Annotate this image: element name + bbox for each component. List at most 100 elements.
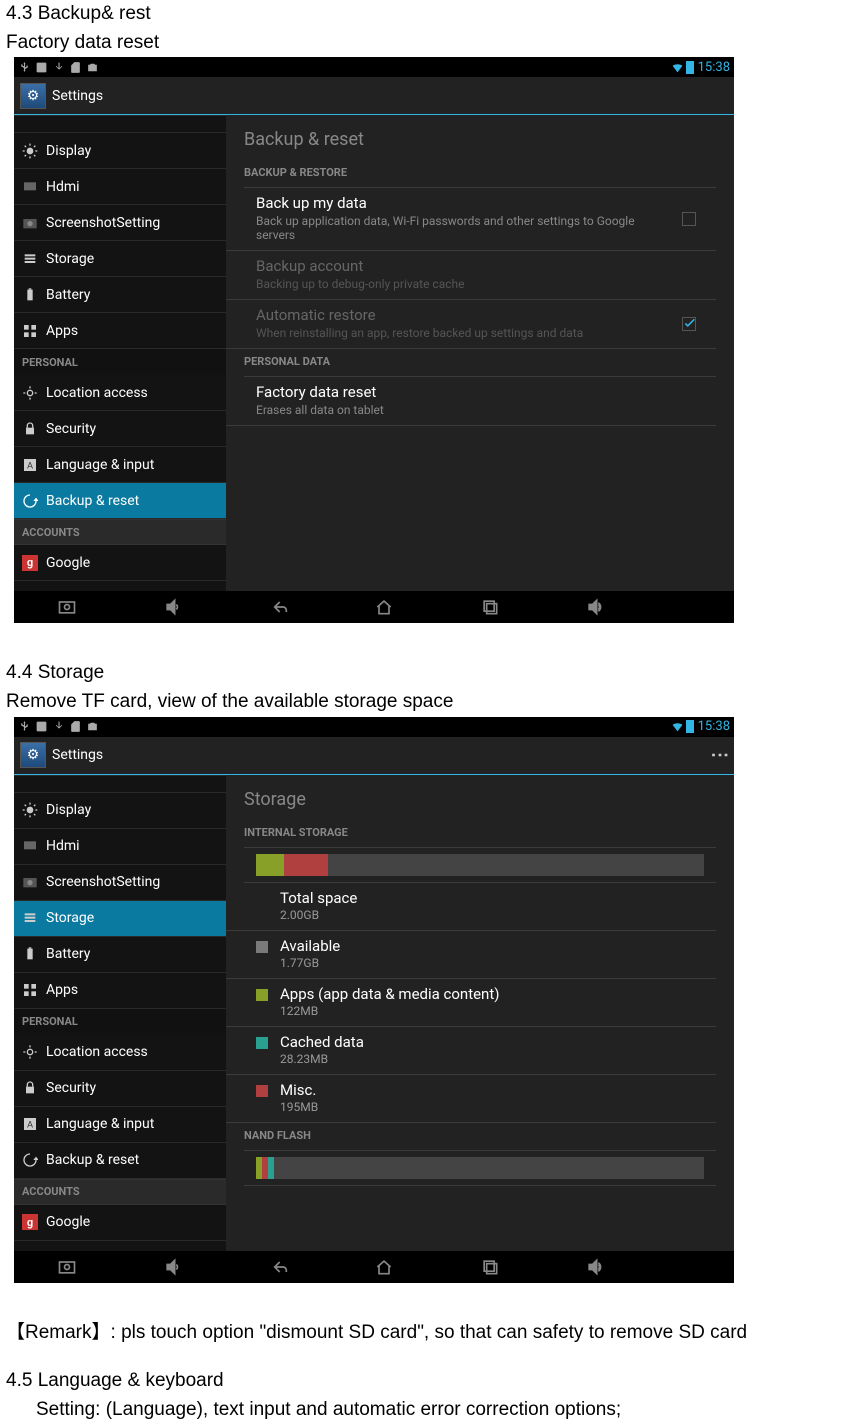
checkbox-unchecked-icon[interactable] — [682, 212, 696, 226]
sidebar-item-battery[interactable]: Battery — [14, 277, 226, 313]
sd-icon — [69, 720, 82, 733]
apps-icon — [22, 982, 38, 998]
volume-up-icon[interactable] — [585, 1257, 605, 1277]
screenshot-nav-icon[interactable] — [57, 597, 77, 617]
sidebar-item-cut[interactable] — [14, 115, 226, 133]
section-4-4-subtitle: Remove TF card, view of the available st… — [0, 688, 852, 717]
image-icon — [35, 720, 48, 733]
storage-segment-misc — [284, 854, 328, 876]
sidebar-item-storage[interactable]: Storage — [14, 241, 226, 277]
sidebar-item-hdmi[interactable]: Hdmi — [14, 169, 226, 205]
sidebar-label: Language & input — [46, 457, 154, 473]
recent-icon[interactable] — [480, 597, 500, 617]
recent-icon[interactable] — [480, 1257, 500, 1277]
section-4-5-title: 4.5 Language & keyboard — [0, 1367, 852, 1396]
row-total-space[interactable]: Total space2.00GB — [226, 883, 716, 931]
sidebar-label: ScreenshotSetting — [46, 874, 160, 890]
item-backup-my-data[interactable]: Back up my data Back up application data… — [226, 188, 716, 251]
sidebar-item-backup[interactable]: Backup & reset — [14, 483, 226, 519]
item-subtitle: When reinstalling an app, restore backed… — [256, 326, 666, 340]
home-icon[interactable] — [374, 1257, 394, 1277]
sidebar-item-screenshot[interactable]: ScreenshotSetting — [14, 205, 226, 241]
back-icon[interactable] — [268, 597, 288, 617]
swatch-teal — [256, 1037, 268, 1049]
navigation-bar — [14, 591, 734, 623]
row-misc[interactable]: Misc.195MB — [226, 1075, 716, 1123]
sidebar-label: Battery — [46, 287, 90, 303]
pane-title: Storage — [226, 775, 734, 820]
backup-reset-pane: Backup & reset BACKUP & RESTORE Back up … — [226, 115, 734, 591]
sidebar-item-security[interactable]: Security — [14, 411, 226, 447]
sidebar-item-apps[interactable]: Apps — [14, 973, 226, 1009]
row-title: Apps (app data & media content) — [280, 985, 499, 1003]
lock-icon — [22, 421, 38, 437]
clock: 15:38 — [698, 60, 730, 75]
display-icon — [22, 802, 38, 818]
screenshot-storage: 15:38 ⚙ Settings ⋮ Display Hdmi Screensh… — [14, 717, 734, 1283]
menu-icon[interactable]: ⋮ — [710, 746, 728, 764]
backup-icon — [22, 1152, 38, 1168]
sidebar-item-google[interactable]: gGoogle — [14, 545, 226, 581]
sidebar-label: Battery — [46, 946, 90, 962]
storage-icon — [22, 910, 38, 926]
sidebar-item-display[interactable]: Display — [14, 133, 226, 169]
sd-icon — [69, 61, 82, 74]
screenshot-backup-reset: 15:38 ⚙ Settings Display Hdmi Screenshot… — [14, 57, 734, 623]
download-icon — [52, 720, 65, 733]
volume-down-icon[interactable] — [163, 597, 183, 617]
sidebar-item-google[interactable]: gGoogle — [14, 1205, 226, 1241]
navigation-bar — [14, 1251, 734, 1283]
sidebar-label: Hdmi — [46, 838, 80, 854]
sidebar-item-security[interactable]: Security — [14, 1071, 226, 1107]
sidebar-label: Location access — [46, 1044, 148, 1060]
battery-icon — [22, 287, 38, 303]
battery-icon — [686, 720, 694, 733]
row-value: 2.00GB — [280, 908, 357, 922]
nand-segment-3 — [268, 1157, 274, 1179]
backup-icon — [22, 493, 38, 509]
sidebar-label: ScreenshotSetting — [46, 215, 160, 231]
battery-icon — [686, 61, 694, 74]
sidebar-item-backup[interactable]: Backup & reset — [14, 1143, 226, 1179]
back-icon[interactable] — [268, 1257, 288, 1277]
row-cached[interactable]: Cached data28.23MB — [226, 1027, 716, 1075]
clock: 15:38 — [698, 719, 730, 734]
sidebar-item-language[interactable]: ALanguage & input — [14, 1107, 226, 1143]
sidebar-item-hdmi[interactable]: Hdmi — [14, 829, 226, 865]
item-subtitle: Backing up to debug-only private cache — [256, 277, 666, 291]
sidebar-item-screenshot[interactable]: ScreenshotSetting — [14, 865, 226, 901]
item-title: Back up my data — [256, 194, 666, 212]
item-subtitle: Back up application data, Wi-Fi password… — [256, 214, 666, 242]
volume-down-icon[interactable] — [163, 1257, 183, 1277]
sidebar-item-location[interactable]: Location access — [14, 375, 226, 411]
sidebar-item-language[interactable]: A Language & input — [14, 447, 226, 483]
image-icon — [35, 61, 48, 74]
sidebar-label: Apps — [46, 323, 78, 339]
wifi-icon — [671, 720, 684, 733]
sidebar-item-battery[interactable]: Battery — [14, 937, 226, 973]
sidebar-label: Language & input — [46, 1116, 154, 1132]
sidebar-label: Google — [46, 1214, 90, 1230]
sidebar-item-location[interactable]: Location access — [14, 1035, 226, 1071]
home-icon[interactable] — [374, 597, 394, 617]
sidebar-header-accounts: ACCOUNTS — [14, 1179, 226, 1205]
sidebar-item-display[interactable]: Display — [14, 793, 226, 829]
sidebar-label: Hdmi — [46, 179, 80, 195]
row-apps[interactable]: Apps (app data & media content)122MB — [226, 979, 716, 1027]
section-4-3-title: 4.3 Backup& rest — [0, 0, 852, 29]
screenshot-nav-icon[interactable] — [57, 1257, 77, 1277]
swatch-none — [256, 893, 268, 905]
section-4-3-subtitle: Factory data reset — [0, 29, 852, 58]
row-available[interactable]: Available1.77GB — [226, 931, 716, 979]
svg-text:A: A — [27, 460, 33, 471]
sidebar-label: Security — [46, 1080, 96, 1096]
sidebar-item-storage[interactable]: Storage — [14, 901, 226, 937]
action-bar: ⚙ Settings — [14, 77, 734, 115]
status-bar: 15:38 — [14, 57, 734, 77]
item-factory-reset[interactable]: Factory data reset Erases all data on ta… — [226, 377, 716, 426]
sidebar-item-cut[interactable] — [14, 775, 226, 793]
settings-app-icon: ⚙ — [20, 83, 46, 109]
sidebar-item-apps[interactable]: Apps — [14, 313, 226, 349]
nand-usage-bar — [256, 1157, 704, 1179]
volume-up-icon[interactable] — [585, 597, 605, 617]
